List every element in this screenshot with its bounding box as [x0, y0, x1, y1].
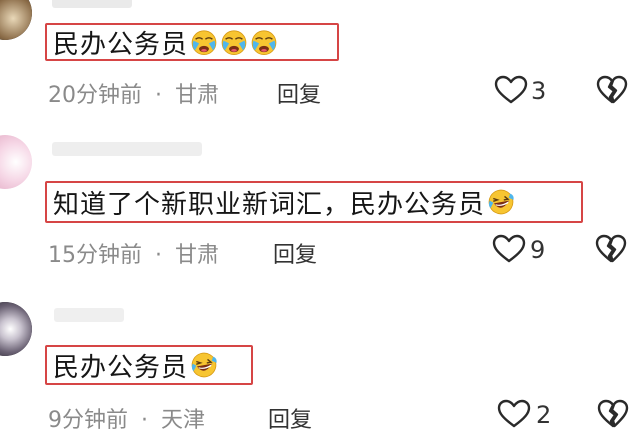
broken-heart-icon[interactable]	[597, 399, 629, 429]
like-count: 2	[536, 401, 552, 429]
reply-button[interactable]: 回复	[277, 77, 321, 109]
heart-icon[interactable]	[494, 75, 528, 105]
broken-heart-icon[interactable]	[595, 234, 627, 264]
heart-icon[interactable]	[497, 399, 531, 429]
comment-meta: 20分钟前 · 甘肃	[48, 77, 219, 109]
comment-meta: 15分钟前 · 甘肃	[48, 237, 219, 269]
avatar[interactable]	[0, 0, 32, 40]
username-blurred[interactable]	[52, 142, 202, 156]
comment-item: 民办公务员 20分钟前 · 甘肃 回复 3	[0, 0, 640, 145]
like-count: 9	[530, 236, 546, 264]
laughing-face-emoji-icon	[487, 188, 515, 216]
comment-text: 民办公务员	[53, 29, 189, 60]
comment-time: 15分钟前	[48, 243, 142, 268]
comment-time: 20分钟前	[48, 83, 142, 108]
comment-location: 天津	[161, 408, 206, 433]
broken-heart-icon[interactable]	[596, 75, 628, 105]
comment-text-highlight: 民办公务员	[45, 345, 253, 385]
comment-location: 甘肃	[175, 83, 220, 108]
reply-button[interactable]: 回复	[268, 402, 312, 434]
comment-text: 知道了个新职业新词汇，民办公务员	[53, 189, 486, 220]
username-blurred[interactable]	[52, 0, 132, 8]
meta-separator: ·	[141, 408, 148, 433]
comment-text: 民办公务员	[53, 352, 189, 383]
comment-text-highlight: 知道了个新职业新词汇，民办公务员	[45, 181, 583, 223]
meta-separator: ·	[155, 243, 162, 268]
like-count: 3	[531, 77, 547, 105]
comment-time: 9分钟前	[48, 408, 128, 433]
comment-item: 民办公务员 9分钟前 · 天津 回复 2	[0, 290, 640, 435]
avatar[interactable]	[0, 302, 32, 356]
comment-item: 知道了个新职业新词汇，民办公务员 15分钟前 · 甘肃 回复 9	[0, 130, 640, 275]
avatar[interactable]	[0, 135, 32, 189]
reply-button[interactable]: 回复	[273, 237, 317, 269]
crying-face-emoji-icon	[250, 28, 278, 56]
crying-face-emoji-icon	[190, 28, 218, 56]
laughing-face-emoji-icon	[190, 351, 218, 379]
comment-location: 甘肃	[175, 243, 220, 268]
heart-icon[interactable]	[492, 234, 526, 264]
crying-face-emoji-icon	[220, 28, 248, 56]
username-blurred[interactable]	[54, 308, 124, 322]
comment-text-highlight: 民办公务员	[45, 23, 339, 61]
comment-meta: 9分钟前 · 天津	[48, 402, 205, 434]
meta-separator: ·	[155, 83, 162, 108]
